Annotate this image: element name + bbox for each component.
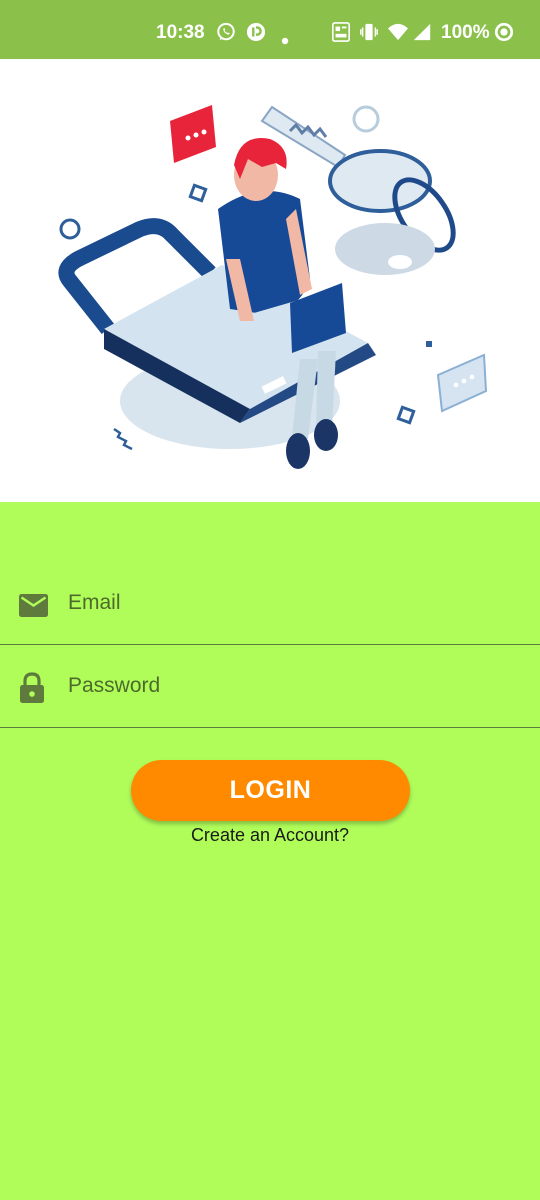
app-notification-icon xyxy=(246,22,266,42)
wifi-icon xyxy=(388,23,408,41)
dot-icon xyxy=(281,37,289,45)
whatsapp-icon xyxy=(217,22,235,41)
status-time: 10:38 xyxy=(156,22,205,43)
email-input[interactable] xyxy=(68,562,518,644)
signal-icon xyxy=(413,23,431,41)
password-field-row xyxy=(0,645,540,728)
email-field-row xyxy=(0,562,540,645)
create-account-link[interactable]: Create an Account? xyxy=(0,825,540,846)
login-button[interactable]: LOGIN xyxy=(131,760,410,821)
vibrate-icon xyxy=(360,23,378,41)
hero-illustration xyxy=(0,59,540,502)
battery-percent: 100% xyxy=(441,22,490,43)
status-bar: 10:38 100% xyxy=(0,0,540,59)
password-input[interactable] xyxy=(68,645,518,727)
lock-icon xyxy=(20,672,44,703)
person-with-laptop-illustration xyxy=(58,105,488,469)
chat-bubble-red xyxy=(170,105,216,163)
chat-bubble-blue xyxy=(436,353,488,413)
battery-ring-icon xyxy=(494,22,514,42)
volte-icon xyxy=(332,22,350,42)
mail-icon xyxy=(19,594,48,617)
